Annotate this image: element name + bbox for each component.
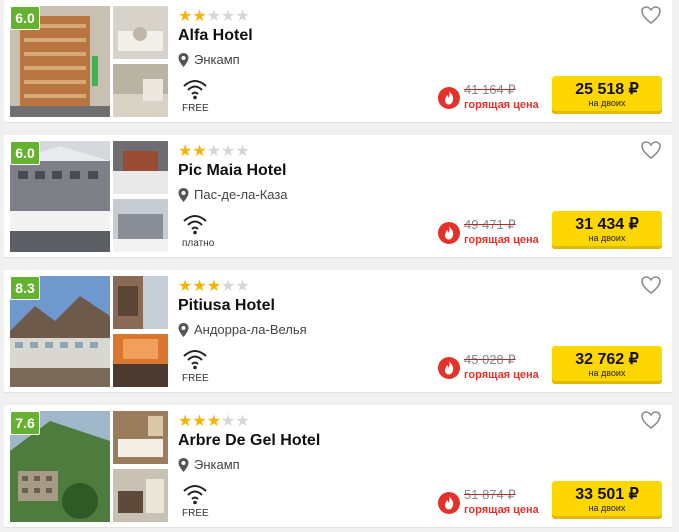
- hotel-name[interactable]: Arbre De Gel Hotel: [178, 432, 320, 450]
- hotel-side-photo[interactable]: [113, 411, 168, 464]
- star-icon: ★: [235, 278, 250, 295]
- hotel-name[interactable]: Pitiusa Hotel: [178, 297, 275, 315]
- heart-icon[interactable]: [641, 276, 661, 294]
- star-icon: ★: [206, 278, 222, 295]
- hotel-side-photo[interactable]: [113, 199, 168, 252]
- star-icon: ★: [178, 413, 193, 430]
- hotel-location: Энкамп: [178, 52, 240, 67]
- hotel-location: Андорра-ла-Велья: [178, 322, 307, 337]
- wifi-status: FREE: [182, 373, 209, 384]
- old-price: 49 471 ₽: [464, 217, 516, 232]
- wifi-status: FREE: [182, 103, 209, 114]
- star-rating: ★★★★★: [178, 278, 250, 295]
- location-label: Энкамп: [194, 457, 240, 472]
- star-icon: ★: [206, 143, 222, 160]
- star-icon: ★: [235, 413, 250, 430]
- fire-icon: [438, 357, 460, 379]
- star-rating: ★★★★★: [178, 8, 250, 25]
- price-value: 25 518 ₽: [575, 81, 639, 98]
- hotel-name[interactable]: Alfa Hotel: [178, 27, 253, 45]
- price-note: на двоих: [588, 503, 626, 513]
- star-icon: ★: [178, 278, 193, 295]
- wifi-icon: [183, 215, 207, 235]
- hotel-name[interactable]: Pic Maia Hotel: [178, 162, 286, 180]
- location-pin-icon: [178, 322, 189, 337]
- star-icon: ★: [235, 143, 250, 160]
- hotel-side-photo[interactable]: [113, 64, 168, 117]
- wifi-status: FREE: [182, 508, 209, 519]
- star-icon: ★: [206, 413, 222, 430]
- wifi-icon: [183, 80, 207, 100]
- fire-icon: [438, 87, 460, 109]
- location-pin-icon: [178, 457, 189, 472]
- star-icon: ★: [221, 278, 236, 295]
- heart-icon[interactable]: [641, 141, 661, 159]
- hotel-card[interactable]: 6.0 ★★★★★ Alfa Hotel Энкамп FREE 41 164 …: [4, 0, 672, 123]
- hot-price-label: горящая цена: [464, 504, 539, 516]
- hot-price-label: горящая цена: [464, 99, 539, 111]
- hotel-card[interactable]: 8.3 ★★★★★ Pitiusa Hotel Андорра-ла-Велья…: [4, 270, 672, 393]
- hot-price-label: горящая цена: [464, 234, 539, 246]
- hotel-side-photo[interactable]: [113, 6, 168, 59]
- hot-price-label: горящая цена: [464, 369, 539, 381]
- star-icon: ★: [192, 8, 207, 25]
- star-icon: ★: [192, 143, 207, 160]
- star-icon: ★: [178, 8, 193, 25]
- location-label: Андорра-ла-Велья: [194, 322, 307, 337]
- star-icon: ★: [192, 278, 207, 295]
- location-pin-icon: [178, 187, 189, 202]
- heart-icon[interactable]: [641, 411, 661, 429]
- star-icon: ★: [235, 8, 250, 25]
- star-icon: ★: [221, 413, 236, 430]
- old-price: 45 028 ₽: [464, 352, 516, 367]
- price-button[interactable]: 31 434 ₽ на двоих: [552, 211, 662, 249]
- hotel-side-photo[interactable]: [113, 141, 168, 194]
- star-rating: ★★★★★: [178, 413, 250, 430]
- hotel-location: Энкамп: [178, 457, 240, 472]
- rating-badge: 6.0: [10, 6, 40, 30]
- wifi-icon: [183, 350, 207, 370]
- price-button[interactable]: 25 518 ₽ на двоих: [552, 76, 662, 114]
- old-price: 51 874 ₽: [464, 487, 516, 502]
- old-price: 41 164 ₽: [464, 82, 516, 97]
- fire-icon: [438, 222, 460, 244]
- price-note: на двоих: [588, 98, 626, 108]
- price-button[interactable]: 32 762 ₽ на двоих: [552, 346, 662, 384]
- price-value: 31 434 ₽: [575, 216, 639, 233]
- location-pin-icon: [178, 52, 189, 67]
- rating-badge: 6.0: [10, 141, 40, 165]
- star-icon: ★: [206, 8, 222, 25]
- wifi-status: платно: [182, 238, 215, 249]
- hotel-side-photo[interactable]: [113, 276, 168, 329]
- star-rating: ★★★★★: [178, 143, 250, 160]
- star-icon: ★: [178, 143, 193, 160]
- hotel-location: Пас-де-ла-Каза: [178, 187, 288, 202]
- wifi-icon: [183, 485, 207, 505]
- hotel-side-photo[interactable]: [113, 334, 168, 387]
- price-note: на двоих: [588, 368, 626, 378]
- star-icon: ★: [221, 143, 236, 160]
- hotel-card[interactable]: 6.0 ★★★★★ Pic Maia Hotel Пас-де-ла-Каза …: [4, 135, 672, 258]
- fire-icon: [438, 492, 460, 514]
- rating-badge: 8.3: [10, 276, 40, 300]
- location-label: Энкамп: [194, 52, 240, 67]
- location-label: Пас-де-ла-Каза: [194, 187, 288, 202]
- price-value: 32 762 ₽: [575, 351, 639, 368]
- heart-icon[interactable]: [641, 6, 661, 24]
- rating-badge: 7.6: [10, 411, 40, 435]
- hotel-card[interactable]: 7.6 ★★★★★ Arbre De Gel Hotel Энкамп FREE…: [4, 405, 672, 528]
- hotel-side-photo[interactable]: [113, 469, 168, 522]
- price-note: на двоих: [588, 233, 626, 243]
- star-icon: ★: [192, 413, 207, 430]
- price-value: 33 501 ₽: [575, 486, 639, 503]
- star-icon: ★: [221, 8, 236, 25]
- price-button[interactable]: 33 501 ₽ на двоих: [552, 481, 662, 519]
